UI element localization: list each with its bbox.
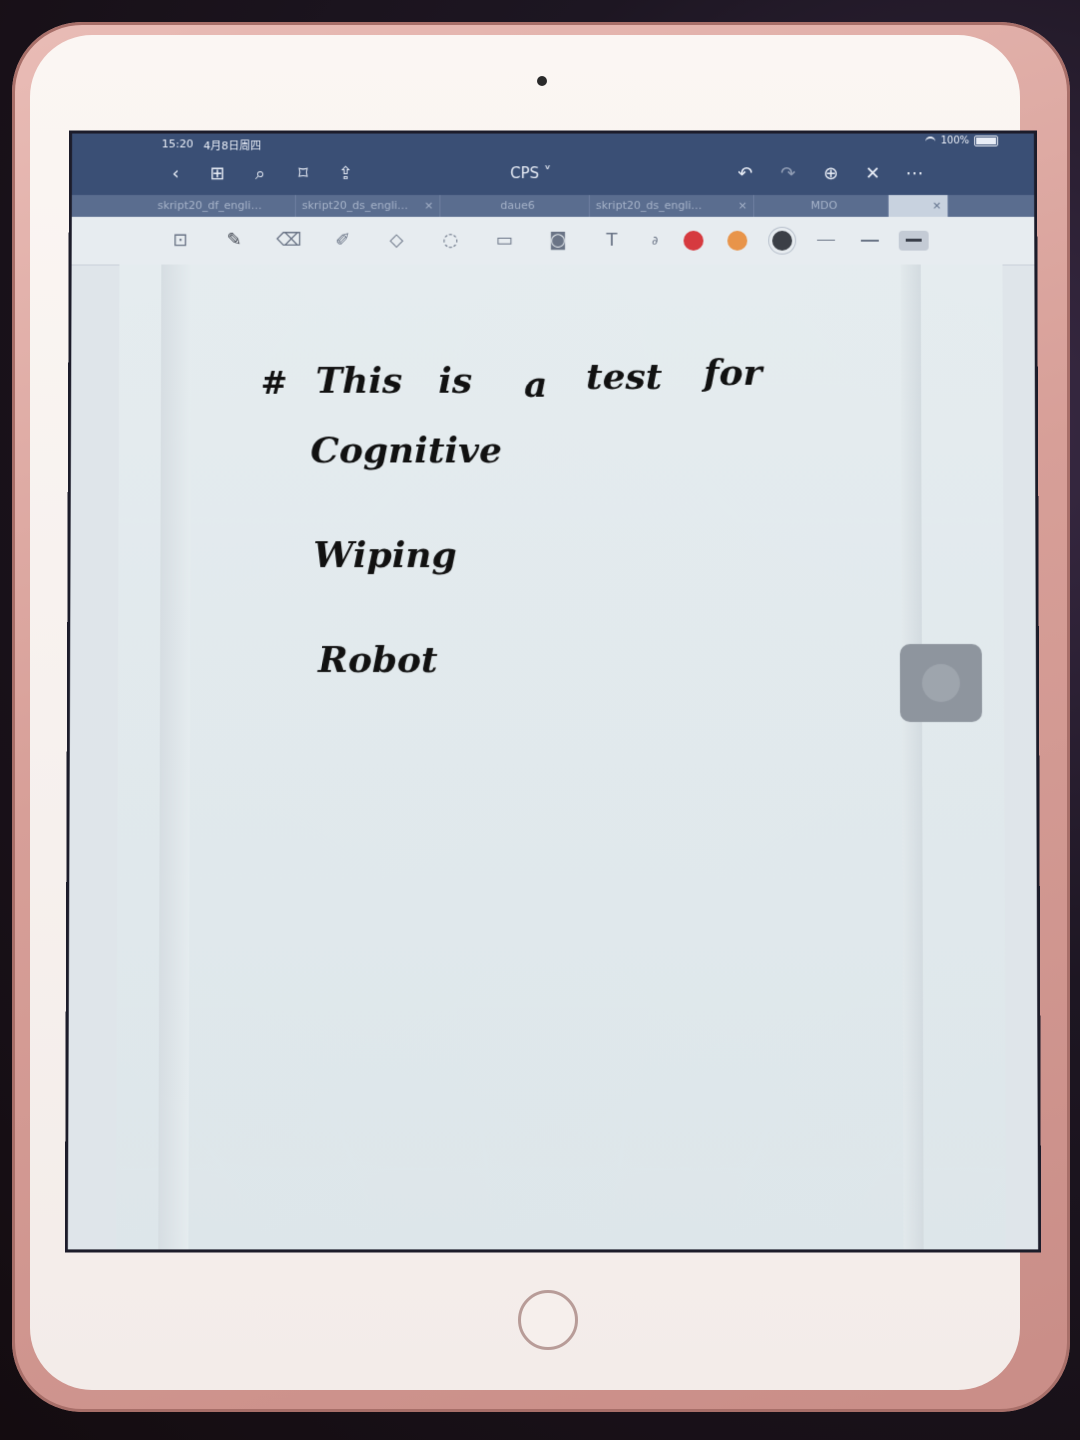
- page-right-edge: [900, 264, 924, 1253]
- color-orange-swatch[interactable]: [727, 230, 748, 251]
- stroke-medium[interactable]: [860, 239, 879, 242]
- tab-label: skript20_ds_engli…: [595, 198, 702, 212]
- battery-icon: [974, 135, 999, 147]
- assistive-touch-button[interactable]: [899, 644, 983, 723]
- tab-close-icon[interactable]: ×: [738, 195, 747, 217]
- tab-3[interactable]: daue6: [440, 195, 590, 217]
- front-camera: [537, 76, 547, 86]
- tab-label: skript20_df_engli…: [157, 198, 262, 212]
- tab-close-icon[interactable]: ×: [932, 195, 941, 217]
- handwriting-word: This: [315, 359, 403, 402]
- page-left-shadow: [158, 264, 192, 1253]
- tab-label: MDO: [810, 198, 838, 212]
- tab-5[interactable]: MDO: [754, 195, 889, 217]
- image-icon[interactable]: ▭: [491, 229, 517, 253]
- undo-icon[interactable]: ↶: [733, 163, 757, 185]
- status-bar: 15:20 4月8日周四 100%: [72, 133, 1034, 154]
- ipad-screen: 15:20 4月8日周四 100% ‹ ⊞ ⌕ ⌑ ⇪ CPS ˅ ↶ ↷ ⊕ …: [64, 130, 1042, 1253]
- home-button[interactable]: [518, 1290, 578, 1350]
- note-page[interactable]: [116, 264, 1007, 1253]
- tab-6-active[interactable]: ×: [888, 195, 949, 217]
- camera-icon[interactable]: ◙: [545, 229, 571, 253]
- drawing-toolbar: ⊡ ✎ ⌫ ✐ ◇ ◌ ▭ ◙ T ∂: [71, 216, 1035, 266]
- highlighter-icon[interactable]: ✐: [330, 229, 356, 253]
- status-battery: 100%: [925, 135, 999, 147]
- grid-view-icon[interactable]: ⊞: [205, 163, 229, 185]
- search-icon[interactable]: ⌕: [248, 163, 272, 185]
- tab-1[interactable]: skript20_df_engli…: [151, 195, 297, 217]
- share-icon[interactable]: ⇪: [334, 163, 358, 185]
- handwriting-line-robot: Robot: [318, 639, 438, 682]
- handwriting-line-wiping: Wiping: [313, 534, 457, 577]
- tab-close-icon[interactable]: ×: [424, 195, 433, 217]
- handwriting-word: for: [703, 351, 762, 394]
- lasso-icon[interactable]: ◌: [437, 229, 463, 253]
- back-chevron-icon[interactable]: ‹: [164, 163, 188, 185]
- color-black-swatch-selected[interactable]: [772, 230, 793, 251]
- color-red-swatch[interactable]: [683, 230, 704, 251]
- tab-2[interactable]: skript20_ds_engli… ×: [295, 195, 441, 217]
- battery-percent: 100%: [940, 135, 970, 147]
- redo-icon[interactable]: ↷: [776, 163, 800, 185]
- stroke-thin[interactable]: [817, 239, 835, 241]
- document-title-button[interactable]: CPS ˅: [510, 164, 551, 182]
- shapes-icon[interactable]: ◇: [384, 229, 410, 253]
- tab-label: skript20_ds_engli…: [301, 198, 409, 212]
- stroke-thick-selected[interactable]: [898, 230, 929, 251]
- status-time: 15:20: [161, 137, 194, 151]
- more-options-icon[interactable]: ⋯: [903, 163, 927, 185]
- status-date: 4月8日周四: [203, 139, 262, 153]
- bookmark-icon[interactable]: ⌑: [291, 163, 315, 185]
- pen-icon[interactable]: ✎: [221, 229, 247, 253]
- handwriting-word: a: [524, 363, 548, 406]
- tab-4[interactable]: skript20_ds_engli… ×: [589, 195, 755, 217]
- add-page-icon[interactable]: ⊕: [819, 163, 843, 185]
- eraser-icon[interactable]: ⌫: [276, 229, 302, 253]
- close-editor-icon[interactable]: ✕: [861, 163, 885, 185]
- handwriting-line-cognitive: Cognitive: [310, 429, 502, 472]
- text-tool-icon[interactable]: T: [599, 229, 625, 253]
- handwriting-word: test: [585, 355, 663, 398]
- document-tabs: skript20_df_engli… skript20_ds_engli… × d…: [71, 195, 1035, 217]
- read-mode-icon[interactable]: ⊡: [167, 229, 193, 253]
- tab-label: daue6: [500, 198, 535, 212]
- top-navbar: ‹ ⊞ ⌕ ⌑ ⇪ CPS ˅ ↶ ↷ ⊕ ✕ ⋯: [71, 153, 1035, 196]
- pointer-icon[interactable]: ∂: [642, 229, 668, 253]
- handwriting-hash: #: [260, 363, 288, 402]
- handwriting-word: is: [438, 359, 473, 402]
- wifi-icon: [925, 136, 936, 146]
